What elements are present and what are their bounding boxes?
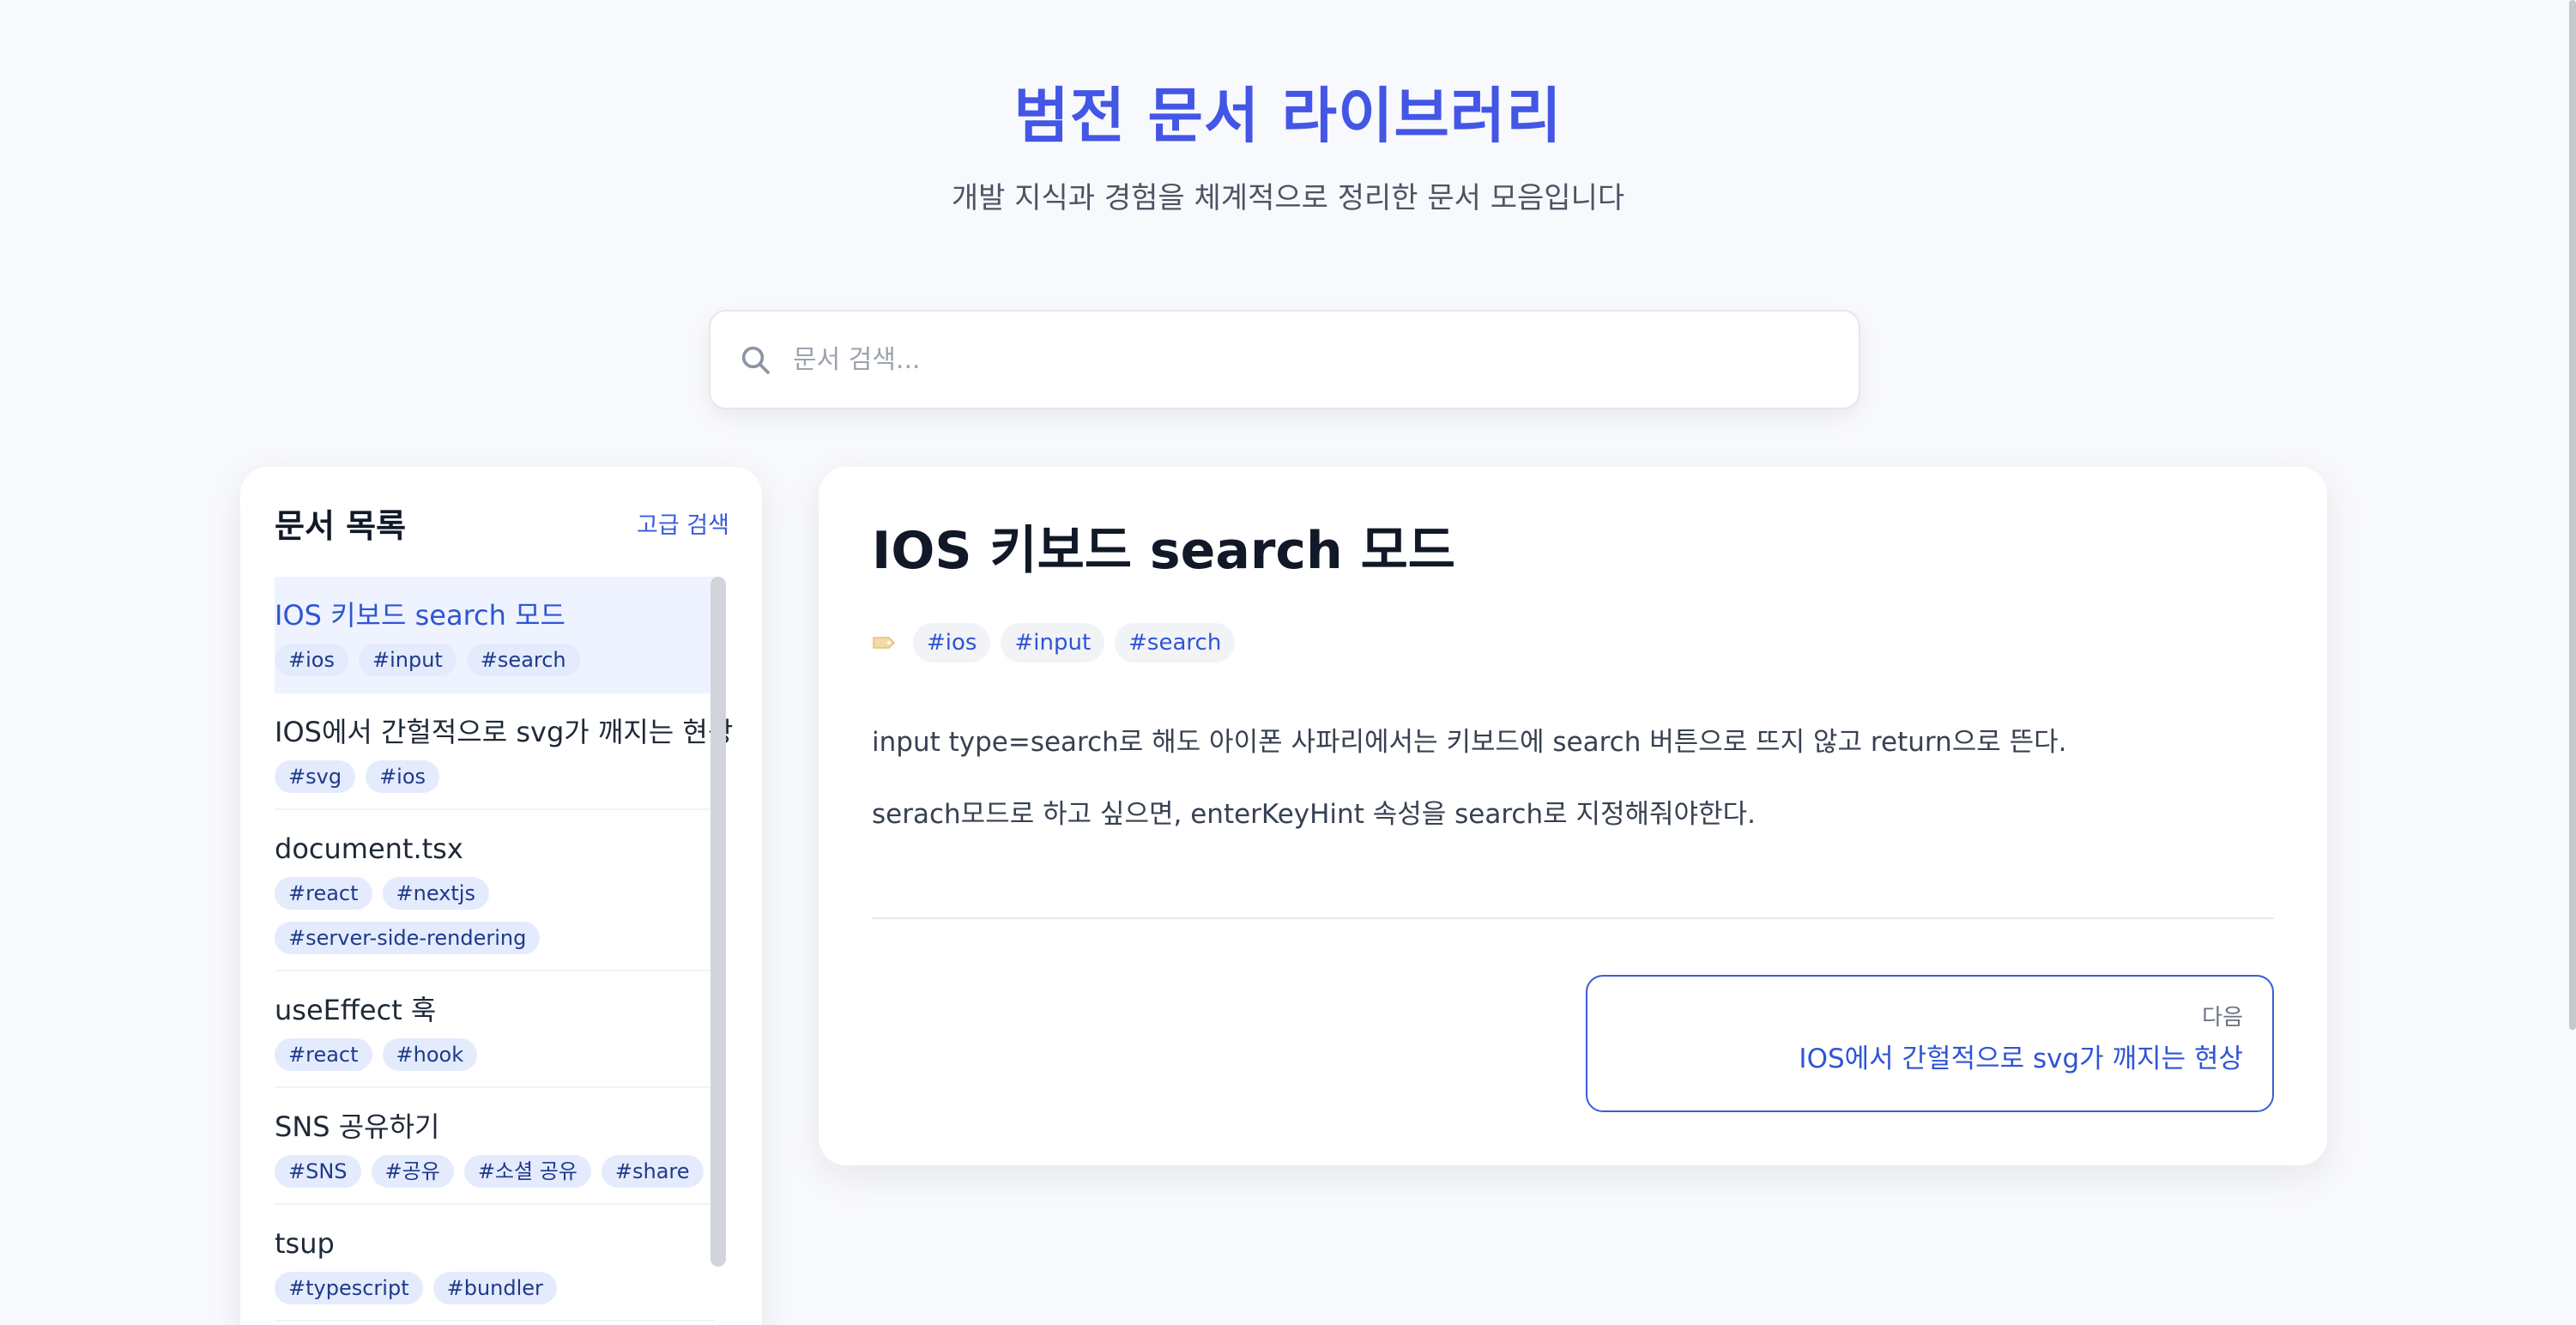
tag[interactable]: #nextjs [382,877,489,910]
document-view: IOS 키보드 search 모드 #ios #input #search in… [819,467,2327,1165]
document-list-item[interactable]: IOS에서 간헐적으로 svg가 깨지는 현상 #svg #ios [275,693,734,810]
tag[interactable]: #react [275,1038,372,1071]
document-list-item-title: document.tsx [275,832,463,865]
advanced-search-link[interactable]: 고급 검색 [637,506,729,540]
tag[interactable]: #share [601,1155,704,1188]
page-title: 범전 문서 라이브러리 [1013,81,1563,151]
tag-list: #ios #input #search [275,644,714,676]
tag-icon [872,634,898,651]
search-bar[interactable] [709,310,1860,409]
search-icon [736,341,774,378]
tag[interactable]: #server-side-rendering [275,922,541,954]
tag[interactable]: #hook [382,1038,478,1071]
window-scrollbar[interactable] [2569,0,2576,1030]
document-list-item-title: tsup [275,1227,335,1260]
document-list-title: 문서 목록 [275,506,407,545]
tag[interactable]: #search [1115,623,1236,662]
document-list: IOS 키보드 search 모드 #ios #input #search IO… [275,577,734,1322]
tag[interactable]: #ios [366,760,440,793]
tag[interactable]: #소셜 공유 [463,1155,591,1188]
document-list-item[interactable]: useEffect 훅 #react #hook [275,971,714,1088]
document-body: input type=search로 해도 아이폰 사파리에서는 키보드에 se… [872,721,2279,865]
next-document-label: 다음 [2202,1005,2243,1031]
search-input[interactable] [793,325,1859,394]
document-list-panel: 문서 목록 고급 검색 IOS 키보드 search 모드 #ios #inpu… [240,467,762,1325]
tag[interactable]: #input [358,644,457,676]
tag[interactable]: #svg [275,760,356,793]
tag-list: #react #hook [275,1038,714,1071]
next-document-title: IOS에서 간헐적으로 svg가 깨지는 현상 [1799,1044,2243,1074]
tag[interactable]: #SNS [275,1155,361,1188]
page: 범전 문서 라이브러리 개발 지식과 경험을 체계적으로 정리한 문서 모음입니… [0,0,2576,1325]
document-paragraph: input type=search로 해도 아이폰 사파리에서는 키보드에 se… [872,727,2067,758]
document-list-item[interactable]: tsup #typescript #bundler [275,1205,714,1322]
next-document-button[interactable]: 다음 IOS에서 간헐적으로 svg가 깨지는 현상 [1586,975,2274,1112]
tag-list: #typescript #bundler [275,1272,714,1304]
document-list-item-title: IOS에서 간헐적으로 svg가 깨지는 현상 [275,716,734,748]
document-list-item[interactable]: IOS 키보드 search 모드 #ios #input #search [275,577,714,693]
page-header: 범전 문서 라이브러리 개발 지식과 경험을 체계적으로 정리한 문서 모음입니… [0,69,2576,220]
divider [872,917,2274,919]
document-tag-list: #ios #input #search [872,623,1236,662]
tag[interactable]: #typescript [275,1272,423,1304]
tag[interactable]: #search [466,644,580,676]
document-list-item-title: IOS 키보드 search 모드 [275,599,565,632]
document-paragraph: serach모드로 하고 싶으면, enterKeyHint 속성을 searc… [872,799,1756,830]
tag-list: #SNS #공유 #소셜 공유 #share [275,1155,714,1188]
tag[interactable]: #react [275,877,372,910]
tag-list: #react #nextjs #server-side-rendering [275,877,714,954]
document-list-item-title: SNS 공유하기 [275,1110,440,1143]
tag[interactable]: #input [1001,623,1105,662]
tag[interactable]: #ios [275,644,348,676]
tag[interactable]: #ios [913,623,991,662]
tag[interactable]: #bundler [432,1272,557,1304]
document-list-scrollbar[interactable] [711,577,726,1267]
tag[interactable]: #공유 [371,1155,454,1188]
document-list-item[interactable]: SNS 공유하기 #SNS #공유 #소셜 공유 #share [275,1088,714,1205]
document-title: IOS 키보드 search 모드 [872,521,1455,581]
tag-list: #svg #ios [275,760,714,793]
document-list-item-title: useEffect 훅 [275,994,437,1026]
document-list-item[interactable]: document.tsx #react #nextjs #server-side… [275,810,714,971]
document-list-header: 문서 목록 고급 검색 [275,501,729,545]
page-subtitle: 개발 지식과 경험을 체계적으로 정리한 문서 모음입니다 [951,181,1625,215]
